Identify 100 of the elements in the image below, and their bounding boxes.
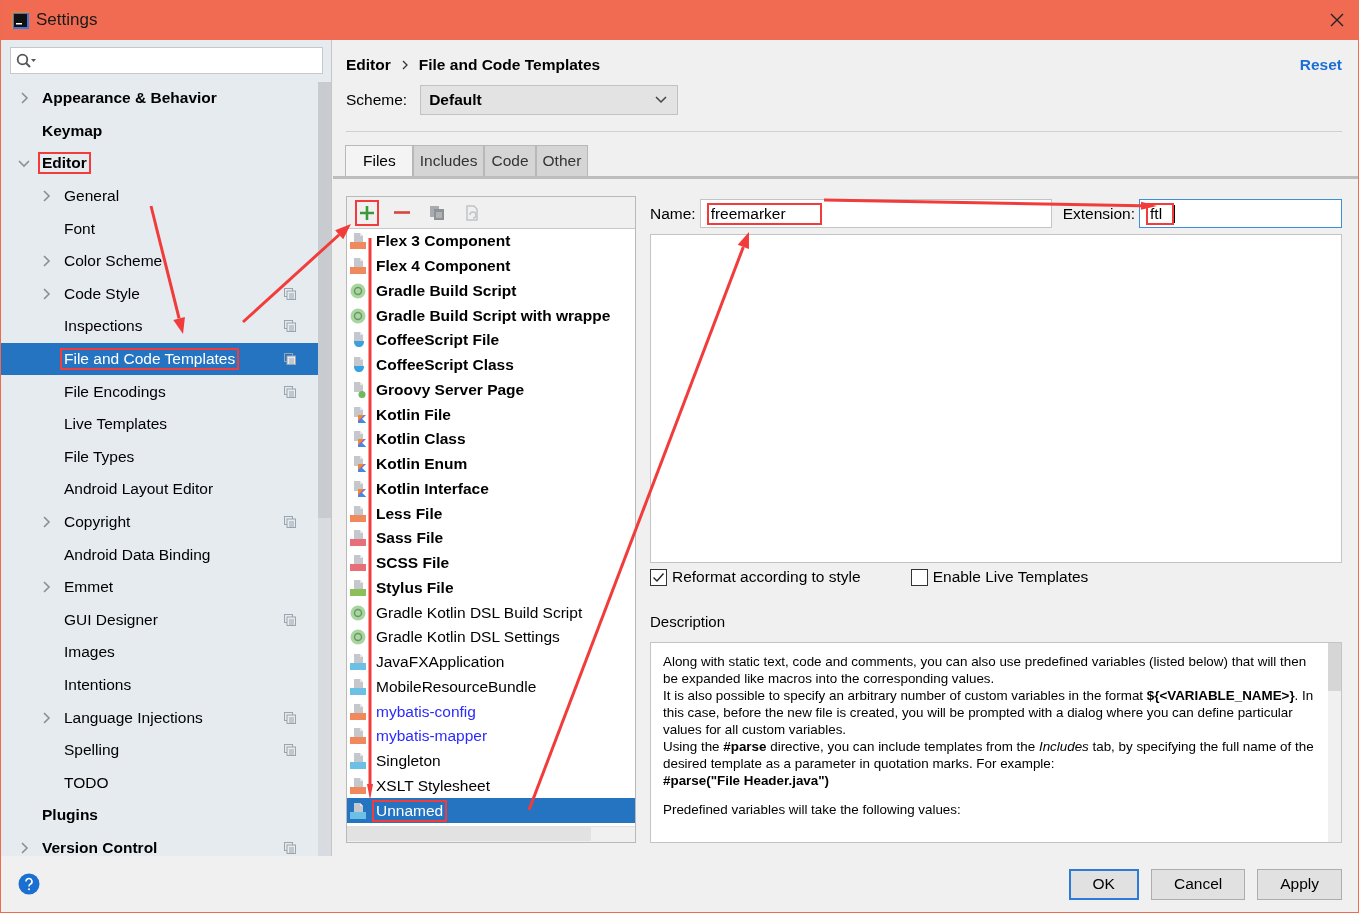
code-example: #parse("File Header.java") xyxy=(663,772,831,789)
file-template-icon xyxy=(350,505,366,522)
template-item[interactable]: CoffeeScript File xyxy=(347,328,635,353)
sidebar-item[interactable]: Keymap xyxy=(1,114,318,148)
template-item[interactable]: MobileResourceBundle xyxy=(347,674,635,700)
file-template-icon xyxy=(350,777,366,794)
scrollbar[interactable] xyxy=(347,826,635,842)
template-item[interactable]: Sass File xyxy=(347,526,635,551)
checkbox[interactable] xyxy=(910,568,928,586)
template-item[interactable]: Gradle Build Script with wrappe xyxy=(347,303,635,328)
chevron-right-icon xyxy=(400,60,409,70)
tab[interactable]: Files xyxy=(345,145,413,176)
search-field[interactable] xyxy=(10,47,323,74)
dialog-button[interactable]: Cancel xyxy=(1150,868,1246,900)
file-template-icon xyxy=(350,258,366,275)
template-item[interactable]: Gradle Kotlin DSL Build Script xyxy=(347,600,635,625)
sidebar-item[interactable]: Images xyxy=(1,636,318,669)
sidebar-item[interactable]: Version Control xyxy=(1,831,318,865)
chevron-right-icon[interactable] xyxy=(19,92,29,105)
sidebar-item[interactable]: Inspections xyxy=(1,310,318,343)
sidebar-item[interactable]: Font xyxy=(1,212,318,245)
chevron-right-icon[interactable] xyxy=(41,255,51,268)
template-item[interactable]: mybatis-mapper xyxy=(347,724,635,749)
template-item[interactable]: XSLT Stylesheet xyxy=(347,773,635,799)
file-template-icon xyxy=(350,530,366,547)
sidebar-item[interactable]: GUI Designer xyxy=(1,603,318,637)
close-icon[interactable] xyxy=(1330,13,1344,27)
sidebar-item[interactable]: Code Style xyxy=(1,277,318,311)
breadcrumb-item[interactable]: File and Code Templates xyxy=(418,56,601,74)
sidebar-item[interactable]: Intentions xyxy=(1,668,318,702)
file-template-icon xyxy=(350,753,366,770)
file-template-icon xyxy=(350,703,366,720)
template-item[interactable]: Flex 3 Component xyxy=(347,229,635,254)
template-item[interactable]: CoffeeScript Class xyxy=(347,352,635,378)
sidebar-item[interactable]: General xyxy=(1,179,318,213)
file-template-icon xyxy=(350,728,366,745)
template-item[interactable]: Gradle Build Script xyxy=(347,278,635,304)
template-item[interactable]: Less File xyxy=(347,501,635,526)
sidebar-item[interactable]: Android Layout Editor xyxy=(1,473,318,506)
sidebar-item[interactable]: Appearance & Behavior xyxy=(1,82,318,115)
template-item[interactable]: mybatis-config xyxy=(347,699,635,724)
checkbox-label[interactable]: Reformat according to style xyxy=(672,568,861,586)
template-item[interactable]: Singleton xyxy=(347,748,635,774)
tab[interactable]: Other xyxy=(535,145,589,176)
extension-label: Extension: xyxy=(1062,204,1136,223)
file-template-icon xyxy=(350,307,366,324)
dialog-button[interactable]: OK xyxy=(1068,868,1139,900)
sidebar-item[interactable]: File Types xyxy=(1,440,318,474)
sidebar-item[interactable]: Spelling xyxy=(1,733,318,767)
app-logo-icon xyxy=(11,11,29,29)
extension-field[interactable]: ftl xyxy=(1139,199,1342,228)
description-text: Using the #parse directive, you can include templates from the Includes tab, by specifying the full name of the desired template as a parameter in quotation marks. For example: xyxy=(663,738,1315,772)
template-item[interactable]: Kotlin Class xyxy=(347,427,635,452)
description-label: Description xyxy=(650,613,727,630)
sidebar-item[interactable]: Android Data Binding xyxy=(1,538,318,571)
chevron-right-icon[interactable] xyxy=(19,841,29,854)
chevron-right-icon[interactable] xyxy=(41,287,51,300)
sidebar-item[interactable]: Copyright xyxy=(1,505,318,539)
template-item[interactable]: Stylus File xyxy=(347,575,635,601)
sidebar-item[interactable]: File Encodings xyxy=(1,375,318,408)
sidebar-item[interactable]: Language Injections xyxy=(1,701,318,734)
help-icon[interactable] xyxy=(18,873,40,895)
chevron-right-icon[interactable] xyxy=(41,190,51,203)
chevron-down-icon[interactable] xyxy=(18,158,30,169)
sidebar-item[interactable]: Emmet xyxy=(1,570,318,604)
sidebar-item[interactable]: File and Code Templates xyxy=(1,342,318,376)
sidebar-item[interactable]: Editor xyxy=(1,147,318,180)
template-item[interactable]: Kotlin File xyxy=(347,402,635,427)
chevron-right-icon[interactable] xyxy=(41,581,51,594)
tab[interactable]: Includes xyxy=(412,145,485,176)
template-item[interactable]: Groovy Server Page xyxy=(347,377,635,403)
sidebar-item[interactable]: TODO xyxy=(1,766,318,800)
template-item[interactable]: SCSS File xyxy=(347,550,635,576)
checkbox[interactable] xyxy=(650,568,667,586)
checkbox-label[interactable]: Enable Live Templates xyxy=(932,568,1089,586)
sidebar-item[interactable]: Color Scheme xyxy=(1,244,318,278)
scheme-dropdown[interactable]: Default xyxy=(420,85,679,115)
reset-link[interactable]: Reset xyxy=(1299,56,1342,74)
chevron-right-icon[interactable] xyxy=(41,711,51,724)
name-field[interactable]: freemarker xyxy=(699,199,1052,228)
scrollbar[interactable] xyxy=(1328,643,1341,842)
sidebar-item[interactable]: Live Templates xyxy=(1,407,318,441)
sidebar-item[interactable]: Plugins xyxy=(1,799,318,832)
dialog-button[interactable]: Apply xyxy=(1257,868,1342,900)
tab[interactable]: Code xyxy=(484,145,536,176)
breadcrumb-item[interactable]: Editor xyxy=(346,56,391,74)
template-item[interactable]: Gradle Kotlin DSL Settings xyxy=(347,625,635,650)
plus-icon xyxy=(359,204,375,221)
file-template-icon xyxy=(350,604,366,621)
scrollbar[interactable] xyxy=(318,82,331,856)
template-item[interactable]: Kotlin Interface xyxy=(347,476,635,502)
template-item[interactable]: Unnamed xyxy=(347,798,635,823)
template-item[interactable]: Flex 4 Component xyxy=(347,253,635,279)
minus-icon xyxy=(394,211,410,214)
add-button[interactable] xyxy=(355,199,379,226)
template-item[interactable]: Kotlin Enum xyxy=(347,451,635,477)
template-item[interactable]: JavaFXApplication xyxy=(347,649,635,675)
description-text: Predefined variables will take the following values: xyxy=(663,801,962,818)
file-template-icon xyxy=(350,629,366,646)
chevron-right-icon[interactable] xyxy=(41,516,51,528)
